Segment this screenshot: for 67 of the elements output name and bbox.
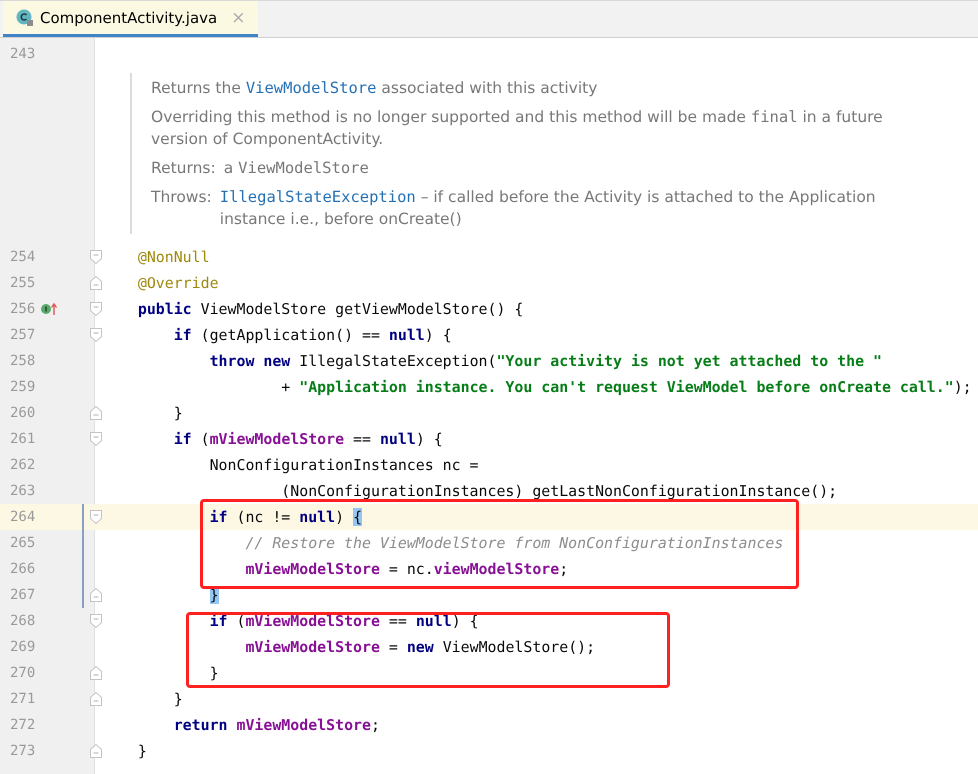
change-marker[interactable]	[82, 530, 84, 556]
change-marker[interactable]	[82, 556, 84, 582]
doc-field-label: Throws:	[151, 187, 212, 208]
class-icon	[16, 8, 34, 26]
line-number: 261	[10, 431, 36, 447]
line-number: 267	[10, 587, 36, 603]
line-number: 272	[10, 717, 36, 733]
line-number: 265	[10, 535, 36, 551]
file-tab[interactable]: ComponentActivity.java ×	[3, 1, 258, 37]
code-line: @Override	[136, 274, 219, 292]
code-line: }	[136, 742, 147, 760]
code-line: @NonNull	[136, 248, 210, 266]
fold-icon[interactable]	[90, 432, 102, 446]
line-number: 243	[10, 46, 36, 62]
implements-marker-icon[interactable]	[40, 302, 60, 316]
fold-icon[interactable]	[90, 302, 102, 316]
doc-paragraph: Overriding this method is no longer supported and this method will be made final in a future version of ComponentActivity.	[151, 107, 884, 150]
code-line: NonConfigurationInstances nc =	[208, 456, 479, 474]
doc-paragraph: Returns the ViewModelStore associated with this activity	[151, 78, 598, 99]
line-number: 266	[10, 561, 36, 577]
doc-link[interactable]: IllegalStateException	[220, 188, 416, 206]
code-line: }	[208, 664, 219, 682]
line-number: 258	[10, 353, 36, 369]
fold-icon[interactable]	[90, 406, 102, 420]
code-line: // Restore the ViewModelStore from NonConfigurationInstances	[244, 534, 784, 552]
code-line: mViewModelStore = new ViewModelStore();	[244, 638, 596, 656]
change-marker[interactable]	[82, 504, 84, 530]
code-line: if (getApplication() == null) {	[172, 326, 452, 344]
code-line: if (nc != null) {	[208, 508, 362, 526]
fold-icon[interactable]	[90, 614, 102, 628]
line-number: 270	[10, 665, 36, 681]
line-number: 271	[10, 691, 36, 707]
line-number: 273	[10, 743, 36, 759]
fold-icon[interactable]	[90, 250, 102, 264]
code-line: + "Application instance. You can't request ViewModel before onCreate call.");	[280, 378, 972, 396]
fold-icon[interactable]	[90, 666, 102, 680]
line-number: 263	[10, 483, 36, 499]
doc-field-text: IllegalStateException – if called before the Activity is attached to the Application instance i.e., before onCreate()	[220, 187, 877, 230]
fold-icon[interactable]	[90, 692, 102, 706]
code-line: if (mViewModelStore == null) {	[172, 430, 443, 448]
code-line: }	[172, 404, 183, 422]
line-number: 257	[10, 327, 36, 343]
doc-field-label: Returns:	[151, 158, 216, 179]
fold-icon[interactable]	[90, 744, 102, 758]
line-number: 255	[10, 275, 36, 291]
fold-icon[interactable]	[90, 588, 102, 602]
line-number: 262	[10, 457, 36, 473]
line-number: 260	[10, 405, 36, 421]
line-number: 254	[10, 249, 36, 265]
line-number: 268	[10, 613, 36, 629]
change-marker[interactable]	[82, 582, 84, 608]
line-number: 259	[10, 379, 36, 395]
code-line: mViewModelStore = nc.viewModelStore;	[244, 560, 568, 578]
code-line: (NonConfigurationInstances) getLastNonConfigurationInstance();	[280, 482, 838, 500]
doc-field-text: a ViewModelStore	[224, 158, 370, 179]
line-number: 256	[10, 301, 36, 317]
doc-link[interactable]: ViewModelStore	[246, 79, 376, 97]
line-number: 269	[10, 639, 36, 655]
code-line: if (mViewModelStore == null) {	[208, 612, 479, 630]
line-number: 264	[10, 509, 36, 525]
fold-icon[interactable]	[90, 510, 102, 524]
fold-icon[interactable]	[90, 328, 102, 342]
fold-icon[interactable]	[90, 276, 102, 290]
code-line: public ViewModelStore getViewModelStore() {	[136, 300, 524, 318]
code-line: throw new IllegalStateException("Your activity is not yet attached to the "	[208, 352, 882, 370]
code-line: }	[172, 690, 183, 708]
code-line: return mViewModelStore;	[172, 716, 380, 734]
